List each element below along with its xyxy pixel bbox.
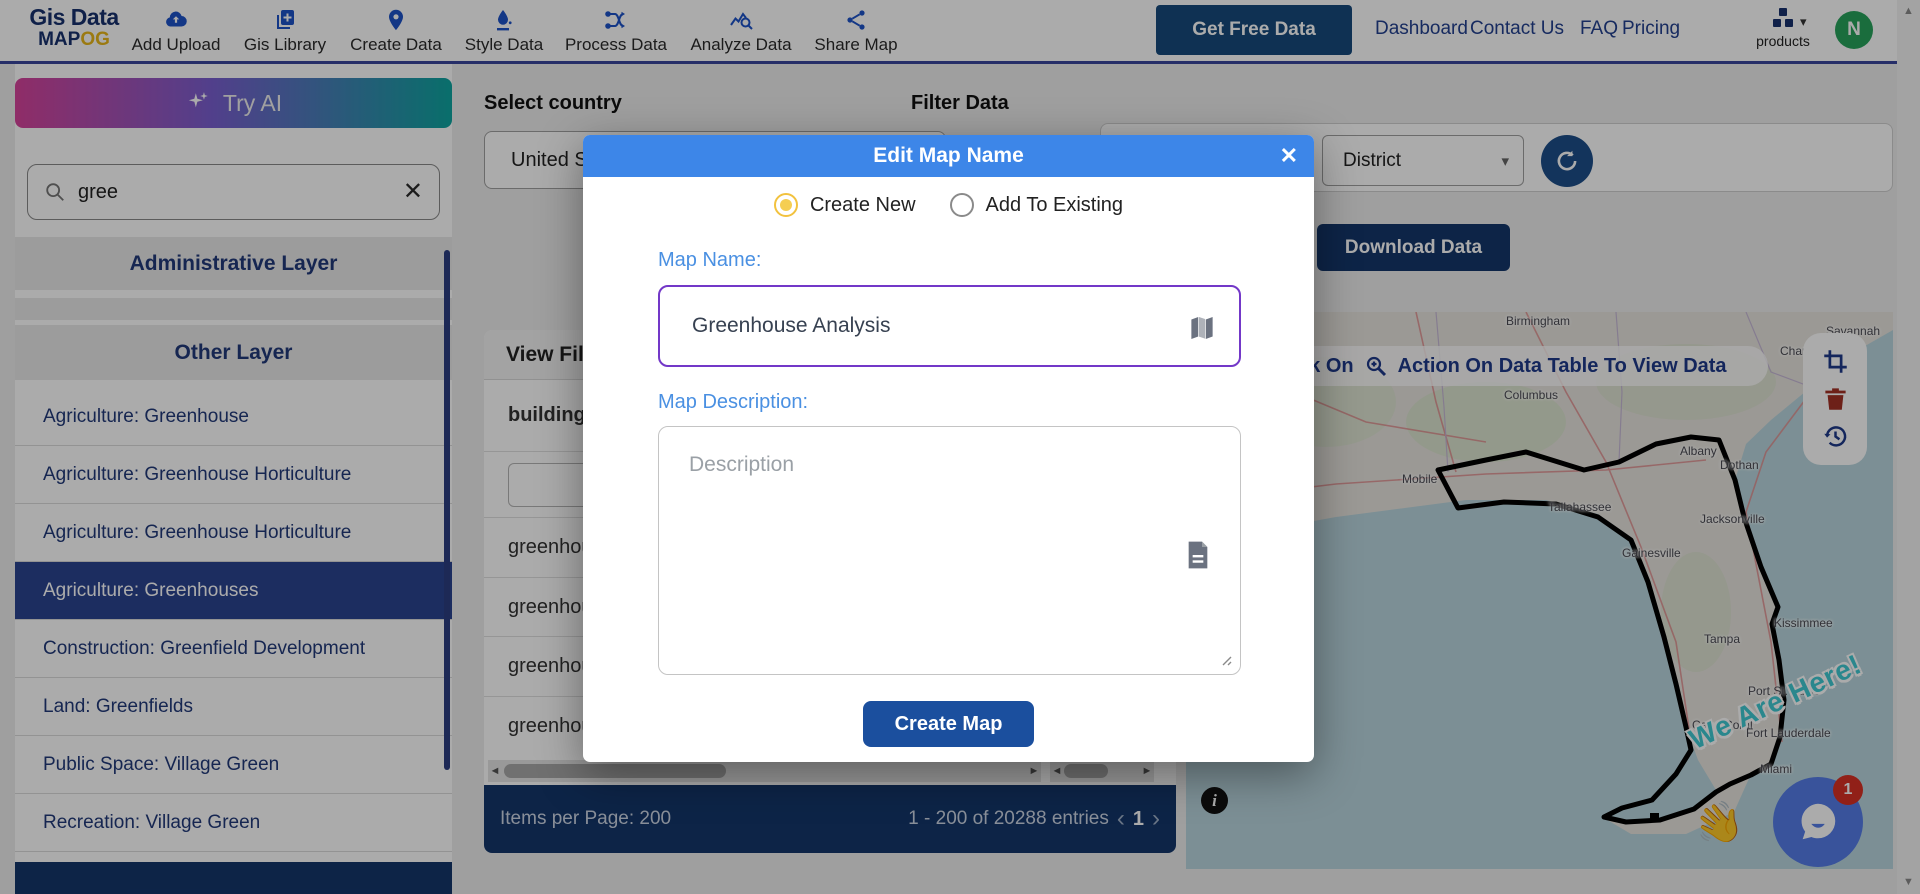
modal-title: Edit Map Name: [873, 144, 1024, 167]
radio-create-new-label: Create New: [809, 193, 916, 216]
map-name-input[interactable]: [692, 287, 1172, 365]
map-name-label: Map Name:: [658, 249, 762, 271]
map-description-label: Map Description:: [658, 391, 809, 413]
close-icon[interactable]: ✕: [1280, 143, 1298, 169]
map-description-textarea[interactable]: [659, 427, 1240, 674]
create-map-button[interactable]: Create Map: [863, 701, 1034, 747]
radio-add-existing-label: Add To Existing: [985, 193, 1124, 216]
map-icon: [1187, 313, 1217, 343]
map-name-field: [658, 285, 1241, 367]
resize-grip-icon[interactable]: [1218, 652, 1232, 666]
map-mode-radio-group: Create New Add To Existing: [583, 193, 1314, 217]
document-icon: [1182, 539, 1214, 571]
radio-unselected-icon: [949, 193, 974, 217]
radio-create-new[interactable]: Create New: [773, 193, 916, 217]
edit-map-name-modal: Edit Map Name ✕ Create New Add To Existi…: [583, 135, 1314, 762]
map-description-field: [658, 426, 1241, 675]
radio-add-to-existing[interactable]: Add To Existing: [949, 193, 1124, 217]
radio-selected-icon: [773, 193, 798, 217]
modal-header: Edit Map Name ✕: [583, 135, 1314, 177]
